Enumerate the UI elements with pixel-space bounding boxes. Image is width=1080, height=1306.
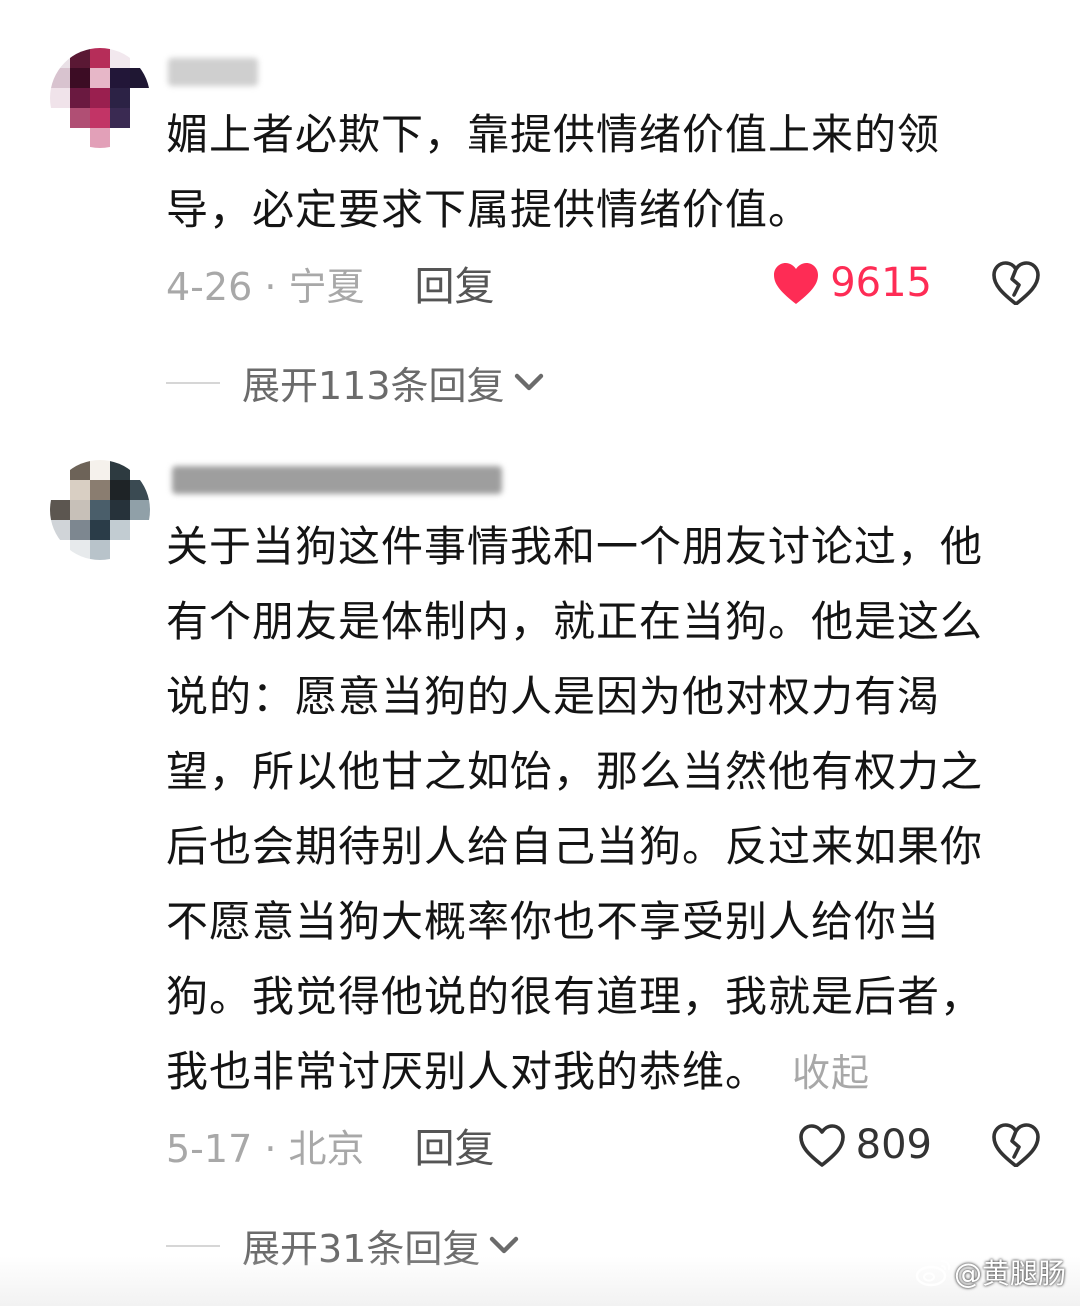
weibo-logo-icon — [915, 1259, 951, 1287]
username[interactable] — [172, 466, 502, 494]
comment-line: 望，所以他甘之如饴，那么当然他有权力之 — [166, 747, 984, 796]
reply-button[interactable]: 回复 — [414, 1116, 494, 1174]
like-count: 9615 — [830, 260, 932, 306]
reply-button[interactable]: 回复 — [414, 254, 494, 312]
comment-line: 导，必定要求下属提供情绪价值。 — [166, 185, 812, 234]
comment-line: 狗。我觉得他说的很有道理，我就是后者， — [166, 972, 984, 1021]
comment-meta: 5-17 · 北京 回复 809 — [166, 1115, 1040, 1175]
comment-line: 媚上者必欺下，靠提供情绪价值上来的领 — [166, 110, 941, 159]
comment-line: 有个朋友是体制内，就正在当狗。他是这么 — [166, 597, 984, 646]
comment-text: 关于当狗这件事情我和一个朋友讨论过，他 有个朋友是体制内，就正在当狗。他是这么 … — [166, 509, 983, 1111]
chevron-down-icon — [490, 1236, 519, 1253]
comment-line: 说的：愿意当狗的人是因为他对权力有渴 — [166, 672, 941, 721]
comment-date-location: 4-26 · 宁夏 — [166, 264, 365, 309]
comment-item: 媚上者必欺下，靠提供情绪价值上来的领 导，必定要求下属提供情绪价值。 4-26 … — [0, 0, 1080, 430]
avatar[interactable] — [50, 48, 150, 148]
divider — [166, 381, 220, 384]
like-count: 809 — [855, 1122, 932, 1168]
collapse-button[interactable]: 收起 — [792, 1051, 870, 1095]
comment-date-location: 5-17 · 北京 — [166, 1126, 365, 1171]
like-button[interactable]: 809 — [798, 1122, 932, 1168]
chevron-down-icon — [514, 373, 543, 390]
comment-text: 媚上者必欺下，靠提供情绪价值上来的领 导，必定要求下属提供情绪价值。 — [166, 97, 940, 247]
expand-replies-label: 展开113条回复 — [242, 364, 505, 408]
watermark: @黄腿肠 — [914, 1252, 1066, 1292]
broken-heart-icon[interactable] — [992, 1123, 1040, 1167]
comment-line: 关于当狗这件事情我和一个朋友讨论过，他 — [166, 522, 984, 571]
watermark-text: @黄腿肠 — [953, 1257, 1066, 1290]
expand-replies-button[interactable]: 展开113条回复 — [166, 355, 545, 410]
comment-line: 我也非常讨厌别人对我的恭维。 — [166, 1047, 769, 1096]
username[interactable] — [168, 58, 258, 86]
comment-item: 关于当狗这件事情我和一个朋友讨论过，他 有个朋友是体制内，就正在当狗。他是这么 … — [0, 430, 1080, 1271]
divider — [166, 1244, 220, 1247]
comment-meta: 4-26 · 宁夏 回复 9615 — [166, 253, 1040, 313]
heart-filled-icon — [774, 263, 819, 304]
comment-line: 后也会期待别人给自己当狗。反过来如果你 — [166, 822, 984, 871]
avatar[interactable] — [50, 460, 150, 560]
comment-line: 不愿意当狗大概率你也不享受别人给你当 — [166, 897, 941, 946]
like-button[interactable]: 9615 — [772, 260, 932, 306]
heart-outline-icon — [798, 1124, 845, 1167]
broken-heart-icon[interactable] — [992, 261, 1040, 305]
